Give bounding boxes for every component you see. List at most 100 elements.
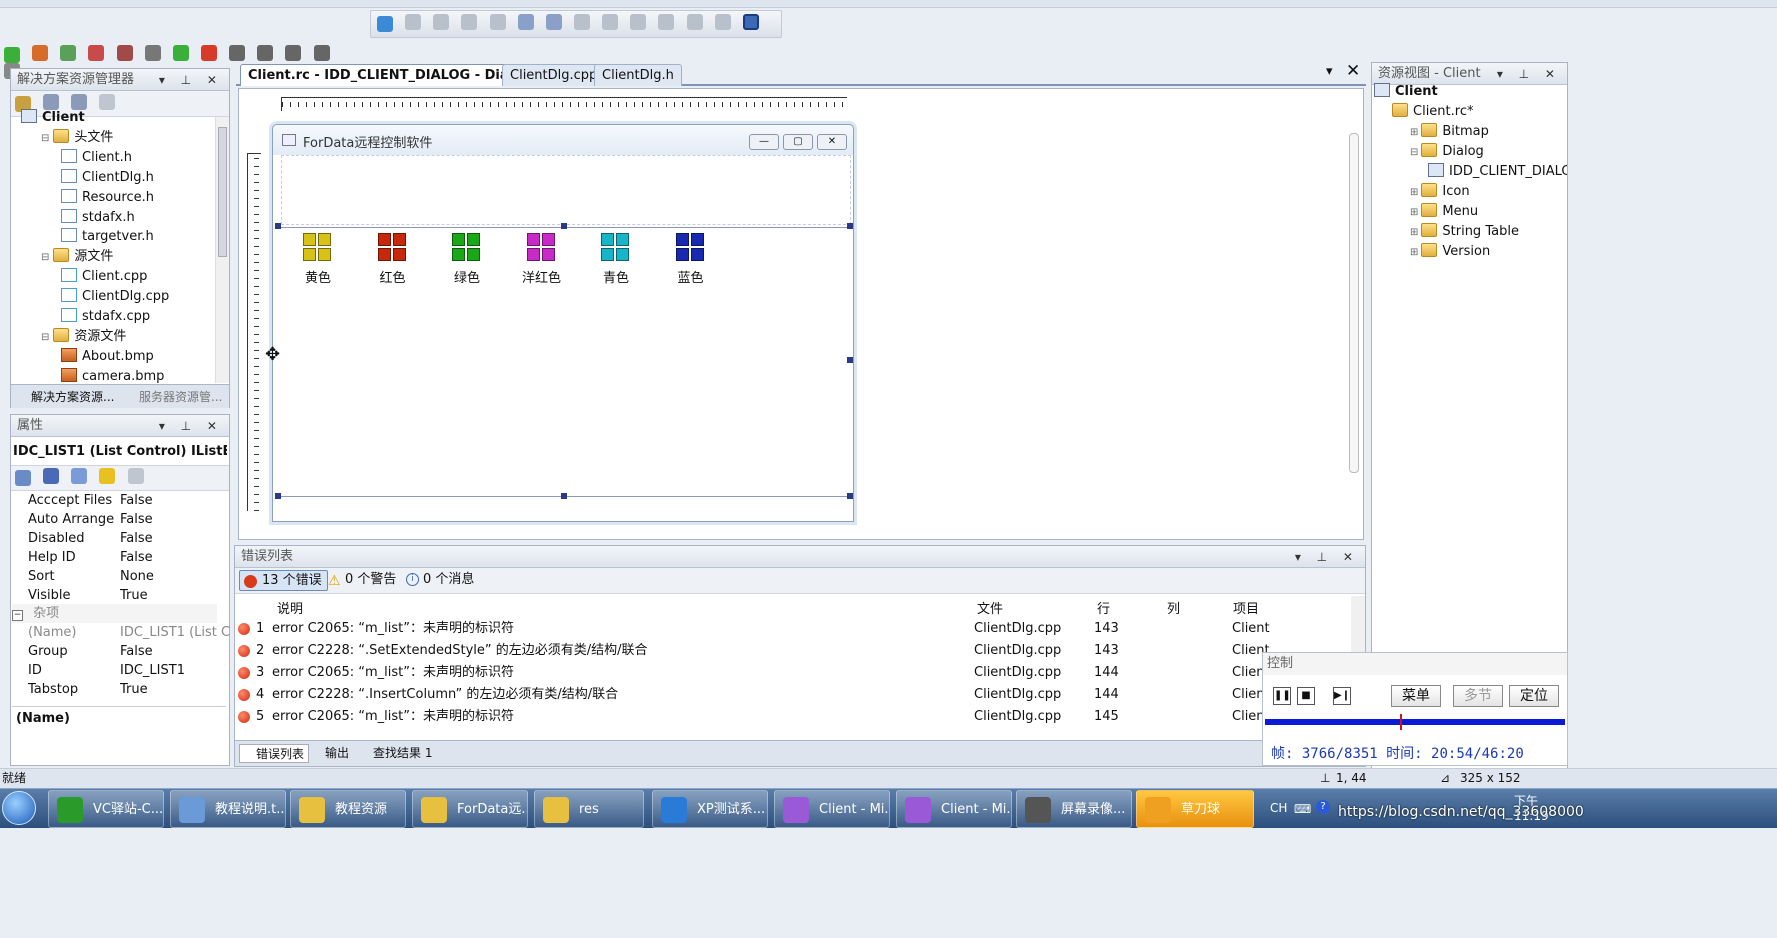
align-bottom-icon[interactable] <box>489 13 506 30</box>
color-swatch-icon[interactable] <box>303 233 333 263</box>
taskbar-button[interactable]: ForData远... <box>412 790 528 828</box>
prev-bookmark-icon[interactable] <box>285 44 302 61</box>
taskbar-button[interactable]: res <box>534 790 644 828</box>
property-pages-icon[interactable] <box>127 468 144 484</box>
solution-scrollbar[interactable] <box>215 117 229 383</box>
resize-handle[interactable] <box>561 223 567 229</box>
resource-tree-item[interactable]: ⊞ Icon <box>1410 181 1470 203</box>
panel-controls[interactable]: ▾ ⊥ ✕ <box>1295 546 1359 568</box>
resource-tree-item[interactable]: Client <box>1374 81 1438 103</box>
error-row[interactable]: 1 error C2065: “m_list”：未声明的标识符 ClientDlg.… <box>236 618 1270 640</box>
align-left-icon[interactable] <box>405 13 422 30</box>
property-value[interactable]: False <box>120 529 153 548</box>
resize-handle[interactable] <box>847 357 853 363</box>
clear-bookmark-icon[interactable] <box>313 44 330 61</box>
resize-handle[interactable] <box>275 223 281 229</box>
tree-item[interactable]: stdafx.h <box>61 207 135 229</box>
collapse-icon[interactable]: − <box>12 610 23 621</box>
expand-icon[interactable]: ⊞ <box>1410 207 1418 218</box>
resource-tree-item[interactable]: ⊞ Version <box>1410 241 1490 263</box>
same-width-icon[interactable] <box>630 13 647 30</box>
skip-icon[interactable]: ▶❙ <box>1333 687 1351 705</box>
tree-item[interactable]: ⊟ 资源文件 <box>41 326 126 348</box>
property-row[interactable]: Sort None <box>10 567 228 586</box>
column-description[interactable]: 说明 <box>277 598 303 617</box>
property-row[interactable]: Auto Arrange False <box>10 510 228 529</box>
tree-item[interactable]: Client.h <box>61 147 132 169</box>
property-row[interactable]: Group False <box>10 642 228 661</box>
collapse-icon[interactable]: ⊟ <box>41 332 49 343</box>
align-top-icon[interactable] <box>461 13 478 30</box>
bookmark-icon[interactable] <box>229 44 246 61</box>
playback-track[interactable] <box>1265 714 1565 730</box>
tree-item[interactable]: ClientDlg.cpp <box>61 286 169 308</box>
same-height-icon[interactable] <box>658 13 675 30</box>
tab-output[interactable]: 输出 <box>309 744 349 761</box>
run-icon[interactable] <box>172 44 189 61</box>
close-editor-icon[interactable]: ✕ <box>1346 61 1360 81</box>
same-size-icon[interactable] <box>686 13 703 30</box>
start-debug-icon[interactable] <box>4 47 20 63</box>
stop-icon[interactable] <box>200 44 217 61</box>
color-swatch-icon[interactable] <box>601 233 631 263</box>
property-row[interactable]: (Name) IDC_LIST1 (List C <box>10 623 230 642</box>
messages-filter-button[interactable]: i 0 个消息 <box>405 570 479 591</box>
expand-icon[interactable]: ⊞ <box>1410 127 1418 138</box>
tree-item[interactable]: Resource.h <box>61 187 154 209</box>
property-row[interactable]: Visible True <box>10 586 228 605</box>
tree-item[interactable]: Client <box>21 107 85 129</box>
toggle-grid-icon[interactable] <box>714 13 731 30</box>
tab-list-dropdown-icon[interactable]: ▾ <box>1326 64 1333 79</box>
tree-item[interactable]: ⊟ 头文件 <box>41 127 113 149</box>
keyboard-icon[interactable]: ⌨ <box>1294 802 1311 816</box>
tab-clientdlg-cpp[interactable]: ClientDlg.cpp <box>502 64 606 86</box>
properties-object-selector[interactable]: IDC_LIST1 (List Control) IListEdit <box>13 441 227 463</box>
tab-server-explorer[interactable]: 服务器资源管... <box>123 388 222 405</box>
panel-controls[interactable]: ▾ ⊥ ✕ <box>159 69 223 91</box>
tree-item[interactable]: ⊟ 源文件 <box>41 246 113 268</box>
taskbar-button[interactable]: 教程资源 <box>290 790 406 828</box>
expand-icon[interactable]: ⊞ <box>1410 247 1418 258</box>
color-swatch-icon[interactable] <box>675 233 706 263</box>
menu-button[interactable]: 菜单 <box>1391 685 1441 707</box>
locate-button[interactable]: 定位 <box>1509 685 1559 707</box>
color-swatch-icon[interactable] <box>452 233 482 263</box>
error-row[interactable]: 2 error C2228: “.SetExtendedStyle” 的左边必须有… <box>236 640 1270 662</box>
editor-scrollbar[interactable] <box>1347 119 1361 533</box>
errors-filter-button[interactable]: 13 个错误 <box>239 570 328 591</box>
align-right-icon[interactable] <box>433 13 450 30</box>
taskbar-button[interactable]: 屏幕录像... <box>1016 790 1132 828</box>
resource-tree-item[interactable]: ⊟ Dialog <box>1410 141 1484 163</box>
column-file[interactable]: 文件 <box>977 598 1003 617</box>
property-value[interactable]: False <box>120 548 153 567</box>
resource-tree-item[interactable]: Client.rc* <box>1392 101 1473 123</box>
multi-section-button[interactable]: 多节 <box>1453 685 1503 707</box>
resource-tree-item[interactable]: IDD_CLIENT_DIALOG <box>1428 161 1567 183</box>
collapse-icon[interactable]: ⊟ <box>41 133 49 144</box>
column-column[interactable]: 列 <box>1167 598 1180 617</box>
property-value[interactable]: False <box>120 642 153 661</box>
toggle-guides-icon[interactable] <box>742 13 759 30</box>
color-swatch-icon[interactable] <box>377 233 408 263</box>
expand-icon[interactable]: ⊞ <box>1410 187 1418 198</box>
tab-error-list[interactable]: 错误列表 <box>239 744 310 763</box>
language-indicator[interactable]: CH <box>1270 801 1287 815</box>
rebuild-icon[interactable] <box>88 44 105 61</box>
property-value[interactable]: IDC_LIST1 (List C <box>120 623 230 642</box>
start-button-icon[interactable] <box>2 791 36 825</box>
property-row[interactable]: ID IDC_LIST1 <box>10 661 228 680</box>
property-value[interactable]: True <box>120 680 148 699</box>
resize-handle[interactable] <box>561 493 567 499</box>
taskbar-button[interactable]: VC驿站-C... <box>48 790 164 828</box>
space-down-icon[interactable] <box>602 13 619 30</box>
minimize-icon[interactable]: — <box>749 134 779 150</box>
dialog-window[interactable]: ForData远程控制软件 — ▢ ✕ 黄色 红色 绿色 洋红色 青色 蓝色 <box>272 124 854 522</box>
taskbar-button[interactable]: 教程说明.t... <box>170 790 286 828</box>
test-dialog-icon[interactable] <box>377 16 393 32</box>
property-value[interactable]: IDC_LIST1 <box>120 661 185 680</box>
resource-tree-item[interactable]: ⊞ String Table <box>1410 221 1519 243</box>
alphabetical-icon[interactable] <box>43 468 60 484</box>
tree-item[interactable]: camera.bmp <box>61 366 164 383</box>
tree-item[interactable]: targetver.h <box>61 226 154 248</box>
compile-icon[interactable] <box>144 44 161 61</box>
